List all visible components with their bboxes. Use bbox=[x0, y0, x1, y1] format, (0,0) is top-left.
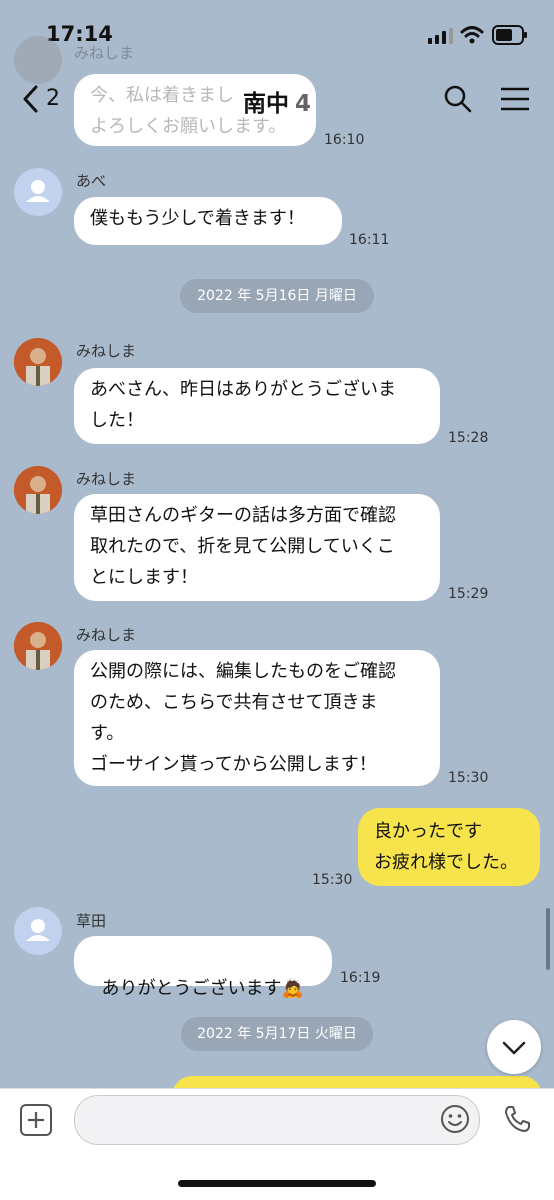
scroll-down-button[interactable] bbox=[487, 1020, 541, 1074]
wifi-icon bbox=[460, 26, 484, 44]
message-input[interactable] bbox=[74, 1095, 480, 1145]
sender-name: 草田 bbox=[76, 912, 107, 930]
date-separator: 2022 年 5月17日 火曜日 bbox=[181, 1017, 373, 1051]
menu-icon[interactable] bbox=[500, 87, 530, 111]
message-time: 16:11 bbox=[349, 232, 390, 248]
avatar[interactable] bbox=[14, 466, 62, 514]
avatar[interactable] bbox=[14, 622, 62, 670]
message-bubble[interactable]: 僕ももう少しで着きます！ bbox=[74, 197, 342, 245]
profile-photo-icon bbox=[14, 338, 62, 386]
message-time: 15:30 bbox=[312, 872, 353, 888]
message-bubble[interactable]: 公開の際には、編集したものをご確認 のため、こちらで共有させて頂きま す。 ゴー… bbox=[74, 650, 440, 786]
avatar[interactable] bbox=[14, 338, 62, 386]
message-time: 15:30 bbox=[448, 770, 489, 786]
date-separator: 2022 年 5月16日 月曜日 bbox=[180, 279, 374, 313]
message-text: ありがとうございます bbox=[101, 978, 282, 999]
sender-name: みねしま bbox=[76, 470, 137, 488]
default-user-icon bbox=[26, 180, 50, 202]
add-button[interactable] bbox=[20, 1104, 52, 1136]
message-bubble[interactable]: ありがとうございます🙇 bbox=[74, 936, 332, 999]
sender-name: みねしま bbox=[76, 626, 137, 644]
home-indicator bbox=[178, 1180, 376, 1187]
member-count: 4 bbox=[294, 91, 311, 117]
phone-icon[interactable] bbox=[502, 1104, 532, 1134]
battery-icon bbox=[492, 25, 527, 45]
search-icon[interactable] bbox=[444, 85, 472, 113]
emoji-icon[interactable] bbox=[440, 1104, 470, 1134]
scrollbar[interactable] bbox=[546, 908, 550, 970]
plus-icon bbox=[28, 1112, 44, 1128]
avatar[interactable] bbox=[14, 168, 62, 216]
avatar[interactable] bbox=[14, 907, 62, 955]
scroll-down-icon bbox=[502, 1041, 526, 1055]
default-user-icon bbox=[26, 919, 50, 941]
message-bubble[interactable]: あべさん、昨日はありがとうございま した！ bbox=[74, 368, 440, 444]
profile-photo-icon bbox=[14, 466, 62, 514]
chat-title-text: 南中 bbox=[242, 91, 289, 117]
signal-icon bbox=[428, 28, 453, 44]
message-time: 15:28 bbox=[448, 430, 489, 446]
profile-photo-icon bbox=[14, 622, 62, 670]
message-bubble[interactable]: 草田さんのギターの話は多方面で確認 取れたので、折を見て公開していくこ とにしま… bbox=[74, 494, 440, 601]
sender-name: あべ bbox=[76, 172, 107, 190]
my-message-bubble[interactable]: 良かったです お疲れ様でした。 bbox=[358, 808, 540, 886]
message-time: 15:29 bbox=[448, 586, 489, 602]
sender-name: みねしま bbox=[76, 342, 137, 360]
bow-emoji-icon: 🙇 bbox=[281, 978, 304, 999]
message-time: 16:19 bbox=[340, 970, 381, 986]
